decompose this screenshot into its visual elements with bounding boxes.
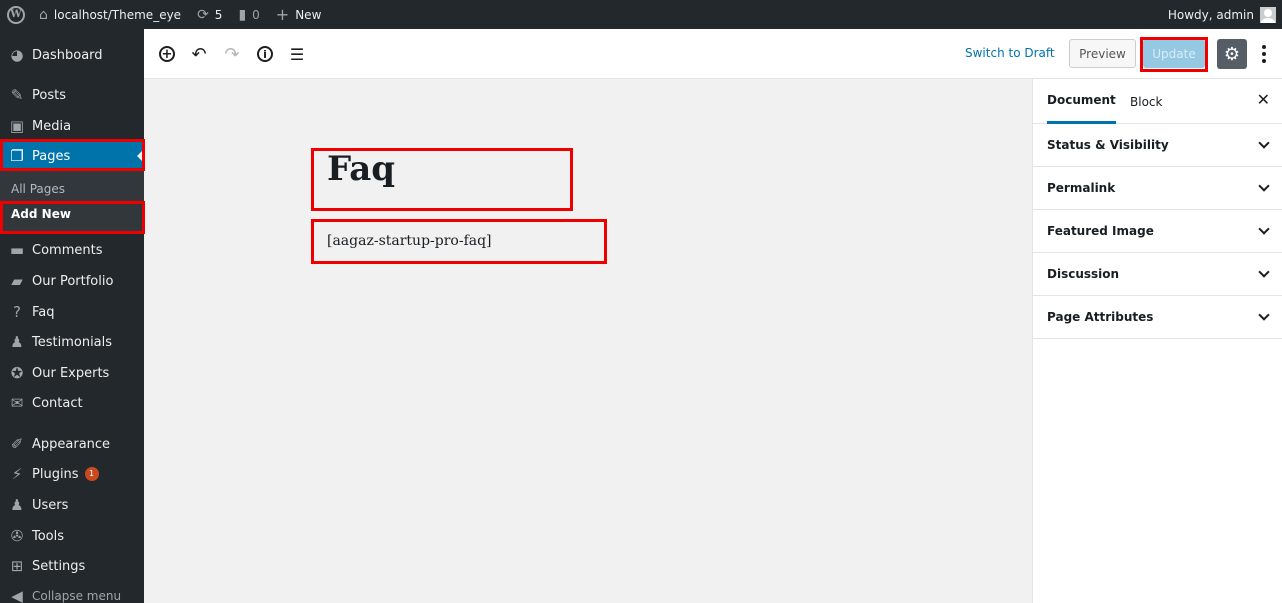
media-icon: ▣	[9, 117, 25, 135]
editor-canvas: Faq [aagaz-startup-pro-faq]	[144, 79, 1032, 603]
undo-button[interactable]: ↶	[186, 41, 212, 67]
redo-button[interactable]: ↷	[219, 41, 245, 67]
menu-item-settings[interactable]: ⊞ Settings	[0, 551, 144, 581]
chevron-down-icon	[1258, 309, 1270, 321]
account-menu[interactable]: Howdy, admin	[1160, 0, 1282, 29]
admin-menu: ◕ Dashboard ✎ Posts ▣ Media ❐ Pages All …	[0, 29, 144, 603]
preview-button[interactable]: Preview	[1069, 39, 1136, 68]
chevron-down-icon	[1258, 266, 1270, 278]
shortcode-block[interactable]: [aagaz-startup-pro-faq]	[327, 233, 492, 249]
chevron-down-icon	[1258, 137, 1270, 149]
panel-featured-image[interactable]: Featured Image	[1033, 210, 1282, 253]
menu-item-our-portfolio[interactable]: ▰ Our Portfolio	[0, 266, 144, 296]
award-icon: ✪	[10, 364, 24, 382]
pin-icon: ✎	[10, 86, 24, 104]
update-button[interactable]: Update	[1143, 39, 1205, 68]
question-icon: ?	[13, 303, 21, 321]
more-tools-button[interactable]	[1254, 42, 1274, 66]
add-block-button[interactable]: +	[154, 41, 180, 67]
chevron-down-icon	[1258, 223, 1270, 235]
pages-icon: ❐	[10, 147, 24, 165]
plugins-update-badge: 1	[84, 467, 99, 481]
menu-item-comments[interactable]: ▬ Comments	[0, 235, 144, 265]
email-icon: ✉	[10, 394, 24, 412]
wrench-icon: ✇	[10, 527, 24, 545]
more-dot-icon	[1262, 59, 1266, 63]
content-info-button[interactable]: i	[252, 41, 278, 67]
panel-status-visibility[interactable]: Status & Visibility	[1033, 124, 1282, 167]
new-content-link[interactable]: + New	[268, 0, 330, 29]
list-icon: ☰	[289, 44, 305, 64]
plus-icon: +	[275, 4, 290, 24]
sidebar-tabs: Document Block ✕	[1033, 79, 1282, 124]
menu-item-faq[interactable]: ? Faq	[0, 297, 144, 327]
folder-icon: ▰	[11, 272, 23, 290]
chevron-down-icon	[1258, 180, 1270, 192]
refresh-icon: ⟳	[197, 6, 209, 23]
redo-icon: ↷	[224, 43, 240, 65]
submenu-add-new[interactable]: Add New	[0, 202, 144, 226]
menu-item-pages[interactable]: ❐ Pages	[0, 141, 144, 171]
menu-item-posts[interactable]: ✎ Posts	[0, 80, 144, 110]
gear-icon: ⚙	[1223, 43, 1241, 65]
switch-to-draft-button[interactable]: Switch to Draft	[965, 46, 1055, 60]
panel-discussion[interactable]: Discussion	[1033, 253, 1282, 296]
post-title-input[interactable]: Faq	[327, 149, 395, 189]
menu-item-contact[interactable]: ✉ Contact	[0, 388, 144, 418]
block-navigation-button[interactable]: ☰	[284, 41, 310, 67]
panel-page-attributes[interactable]: Page Attributes	[1033, 296, 1282, 339]
settings-icon: ⊞	[10, 557, 24, 575]
collapse-arrow-icon: ◀	[11, 587, 23, 603]
plus-circle-icon: +	[159, 46, 175, 62]
menu-item-our-experts[interactable]: ✪ Our Experts	[0, 358, 144, 388]
comment-icon: ▬	[9, 241, 25, 259]
settings-sidebar: Document Block ✕ Status & Visibility Per…	[1032, 79, 1282, 603]
wordpress-logo-icon[interactable]: W	[1, 0, 31, 29]
menu-item-media[interactable]: ▣ Media	[0, 111, 144, 141]
more-dot-icon	[1262, 52, 1266, 56]
close-icon[interactable]: ✕	[1257, 90, 1270, 109]
menu-item-testimonials[interactable]: ♟ Testimonials	[0, 327, 144, 357]
info-icon: i	[257, 46, 273, 62]
menu-item-appearance[interactable]: ✐ Appearance	[0, 429, 144, 459]
menu-item-users[interactable]: ♟ Users	[0, 490, 144, 520]
menu-item-dashboard[interactable]: ◕ Dashboard	[0, 40, 144, 70]
panel-permalink[interactable]: Permalink	[1033, 167, 1282, 210]
comment-bubble-icon: ▮	[238, 6, 247, 23]
updates-link[interactable]: ⟳ 5	[189, 0, 230, 29]
tab-document[interactable]: Document	[1047, 79, 1116, 124]
home-icon: ⌂	[39, 6, 48, 23]
paintbrush-icon: ✐	[10, 435, 24, 453]
more-dot-icon	[1262, 45, 1266, 49]
pages-submenu: All Pages Add New	[0, 171, 144, 233]
menu-item-plugins[interactable]: ⚡ Plugins 1	[0, 459, 144, 489]
comments-link[interactable]: ▮ 0	[230, 0, 267, 29]
users-icon: ♟	[10, 496, 24, 514]
submenu-all-pages[interactable]: All Pages	[0, 177, 144, 201]
admin-bar: W ⌂ localhost/Theme_eye ⟳ 5 ▮ 0 + New Ho…	[0, 0, 1282, 29]
editor-header-toolbar: + ↶ ↷ i ☰ Switch to Draft Preview Update…	[144, 29, 1282, 79]
person-icon: ♟	[10, 333, 24, 351]
collapse-menu-button[interactable]: ◀ Collapse menu	[0, 581, 144, 603]
menu-item-tools[interactable]: ✇ Tools	[0, 521, 144, 551]
dashboard-icon: ◕	[10, 46, 24, 64]
tab-block[interactable]: Block	[1130, 79, 1162, 124]
avatar	[1260, 6, 1276, 23]
plugin-icon: ⚡	[11, 465, 23, 483]
undo-icon: ↶	[191, 43, 207, 65]
site-name-link[interactable]: ⌂ localhost/Theme_eye	[31, 0, 189, 29]
settings-toggle-button[interactable]: ⚙	[1217, 39, 1247, 69]
